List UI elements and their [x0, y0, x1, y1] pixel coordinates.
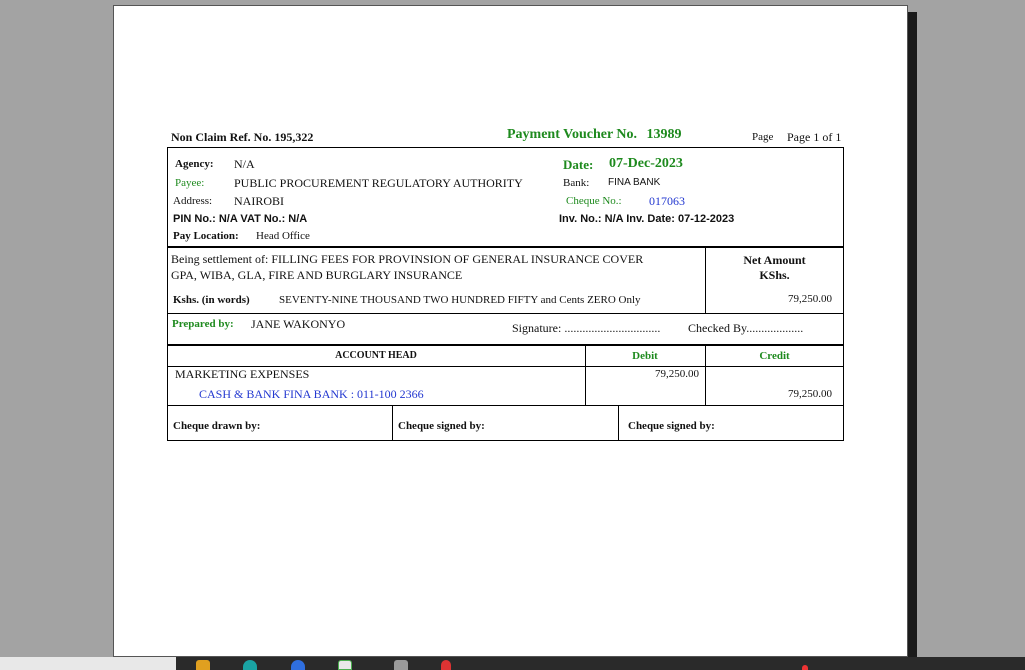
voucher-title-label: Payment Voucher No.	[507, 127, 638, 142]
pin-vat: PIN No.: N/A VAT No.: N/A	[173, 213, 308, 225]
browser-icon[interactable]	[243, 660, 257, 670]
page-label: Page	[752, 131, 774, 143]
net-currency-label: KShs.	[759, 268, 790, 282]
prepared-label: Prepared by:	[172, 318, 234, 330]
edge-icon[interactable]	[291, 660, 305, 670]
payee-value: PUBLIC PROCUREMENT REGULATORY AUTHORITY	[234, 176, 523, 190]
app-icon[interactable]	[394, 660, 408, 670]
date-value: 07-Dec-2023	[609, 156, 683, 171]
settlement-line2: GPA, WIBA, GLA, FIRE AND BURGLARY INSURA…	[171, 268, 463, 282]
taskbar-dark-area	[176, 657, 1025, 670]
cheque-signed-by-1: Cheque signed by:	[398, 420, 485, 432]
payee-label: Payee:	[175, 177, 205, 189]
address-value: NAIROBI	[234, 194, 284, 208]
pay-location-label: Pay Location:	[173, 230, 239, 242]
debit-header: Debit	[632, 350, 658, 362]
bank-value: FINA BANK	[608, 177, 661, 188]
voucher-page: Non Claim Ref. No. 195,322 Payment Vouch…	[113, 5, 908, 657]
cheque-divider-1	[392, 405, 393, 441]
bank-label: Bank:	[563, 177, 590, 189]
folder-icon[interactable]	[196, 660, 210, 670]
settlement-text: Being settlement of: FILLING FEES FOR PR…	[171, 252, 643, 267]
agency-value: N/A	[234, 157, 255, 171]
cheque-no-label: Cheque No.:	[566, 195, 622, 207]
net-amount-label: Net Amount	[743, 253, 806, 267]
cheque-no-value: 017063	[649, 194, 685, 208]
spreadsheet-icon[interactable]	[338, 660, 352, 670]
cheque-drawn-by: Cheque drawn by:	[173, 420, 261, 432]
signature-field: Signature: .............................…	[512, 321, 661, 335]
non-claim-ref: Non Claim Ref. No. 195,322	[171, 130, 314, 144]
agency-label: Agency:	[175, 158, 214, 170]
page-number: Page 1 of 1	[787, 130, 842, 144]
red-app-icon[interactable]	[441, 660, 451, 670]
taskbar	[0, 657, 1025, 670]
prepared-value: JANE WAKONYO	[251, 317, 346, 331]
settlement-prefix: Being settlement of:	[171, 252, 269, 266]
account-row-1-debit: 79,250.00	[655, 368, 699, 380]
invoice-info: Inv. No.: N/A Inv. Date: 07-12-2023	[559, 213, 735, 225]
account-row-1-name: MARKETING EXPENSES	[175, 367, 310, 381]
cheque-divider-2	[618, 405, 619, 441]
notification-badge-icon	[802, 665, 808, 670]
account-head-header: ACCOUNT HEAD	[335, 350, 417, 361]
date-label: Date:	[563, 157, 594, 172]
words-label: Kshs. (in words)	[173, 294, 250, 306]
credit-header: Credit	[759, 350, 790, 362]
cheque-signed-by-2: Cheque signed by:	[628, 420, 715, 432]
pay-location-value: Head Office	[256, 230, 310, 242]
address-label: Address:	[173, 195, 213, 207]
checked-by-field: Checked By...................	[688, 321, 804, 335]
voucher-number: 13989	[646, 127, 682, 142]
account-row-2-credit: 79,250.00	[788, 388, 832, 400]
cheque-box	[167, 405, 844, 441]
net-amount-value: 79,250.00	[788, 293, 832, 305]
words-value: SEVENTY-NINE THOUSAND TWO HUNDRED FIFTY …	[279, 294, 641, 306]
voucher-title: Payment Voucher No. 13989	[507, 127, 682, 143]
settlement-line1: FILLING FEES FOR PROVINSION OF GENERAL I…	[271, 252, 644, 266]
account-row-2-name: CASH & BANK FINA BANK : 011-100 2366	[199, 387, 424, 401]
